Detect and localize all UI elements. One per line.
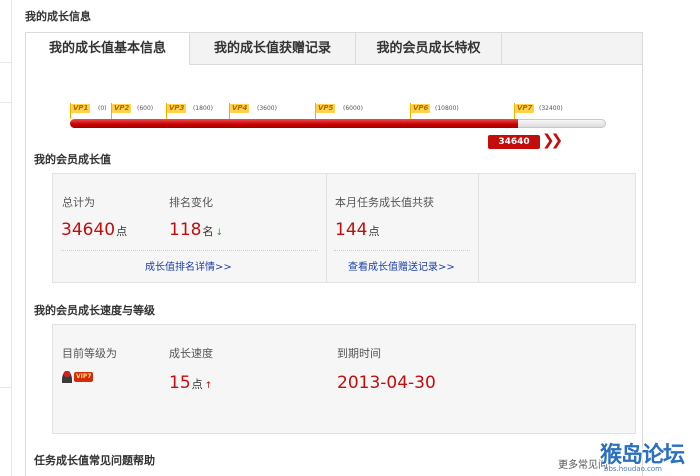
growth-value-title: 我的会员成长值 [34, 153, 111, 166]
speed-label: 成长速度 [169, 347, 213, 360]
expire-label: 到期时间 [337, 347, 381, 360]
current-value-marker: 34640 [488, 135, 540, 149]
arrow-down-icon: ↓ [215, 228, 223, 238]
box-divider [478, 174, 479, 282]
growth-value-box: 总计为 34640点 排名变化 118名 ↓ 成长值排名详情>> 本月任务成长值共… [52, 173, 636, 283]
milestone-level: VP7 [515, 104, 535, 113]
tab-member-privileges[interactable]: 我的会员成长特权 [356, 33, 502, 64]
total-number: 34640 [61, 220, 116, 240]
total-label: 总计为 [62, 196, 95, 209]
sidebar-divider [0, 387, 11, 388]
help-title: 任务成长值常见问题帮助 [34, 454, 155, 467]
box-divider [326, 174, 327, 282]
arrow-up-icon: ↑ [204, 381, 213, 391]
tab-bar: 我的成长值基本信息 我的成长值获赠记录 我的会员成长特权 [26, 33, 642, 65]
milestone-level: VP4 [230, 104, 250, 113]
milestone-requirement: (1800) [193, 105, 213, 112]
sidebar-divider [0, 102, 11, 103]
dotted-divider [61, 250, 318, 251]
milestone-level: VP6 [411, 104, 431, 113]
milestone-level: VP3 [167, 104, 187, 113]
sidebar-divider [0, 62, 11, 63]
milestone-requirement: (32400) [539, 105, 563, 112]
total-unit: 点 [116, 225, 128, 238]
speed-number: 15 [169, 373, 191, 393]
rank-value: 118名 ↓ [169, 220, 223, 240]
rank-number: 118 [169, 220, 202, 240]
tab-basic-info[interactable]: 我的成长值基本信息 [26, 33, 190, 65]
speed-unit: 点 [191, 378, 203, 391]
month-value: 144点 [335, 220, 379, 240]
total-value: 34640点 [61, 220, 127, 240]
milestone-level: VP5 [316, 104, 336, 113]
vip-level-badge: VIP7 [62, 371, 94, 383]
speed-level-title: 我的会员成长速度与等级 [34, 304, 155, 317]
vip-tag: VIP7 [74, 372, 94, 382]
milestone-requirement: (6000) [343, 105, 363, 112]
milestone-requirement: (0) [98, 105, 107, 112]
growth-progress-fill [70, 119, 518, 128]
rank-unit: 名 [202, 225, 214, 238]
tab-gift-records[interactable]: 我的成长值获赠记录 [190, 33, 356, 64]
double-chevron-right-icon: ❯❯ [542, 131, 563, 149]
level-label: 目前等级为 [62, 347, 117, 360]
milestone-level: VP1 [71, 104, 91, 113]
rank-details-link[interactable]: 成长值排名详情>> [145, 258, 232, 273]
milestone-level: VP2 [112, 104, 132, 113]
watermark-url: bbs.houdao.com [604, 465, 662, 473]
speed-level-box: 目前等级为 VIP7 成长速度 15点 ↑ 到期时间 2013-04-30 [52, 324, 636, 434]
rank-label: 排名变化 [169, 196, 213, 209]
dotted-divider [334, 250, 470, 251]
gift-records-link[interactable]: 查看成长值赠送记录>> [348, 258, 455, 273]
milestone-requirement: (3600) [257, 105, 277, 112]
month-unit: 点 [368, 225, 380, 238]
speed-value: 15点 ↑ [169, 373, 212, 393]
expire-value: 2013-04-30 [337, 373, 436, 393]
forum-watermark: 猴岛论坛 bbs.houdao.com [600, 437, 700, 476]
growth-panel: 我的成长值基本信息 我的成长值获赠记录 我的会员成长特权 VP1 (0) VP2… [25, 32, 643, 476]
month-label: 本月任务成长值共获 [335, 196, 434, 209]
left-sidebar-edge [0, 0, 12, 476]
milestone-requirement: (10800) [435, 105, 459, 112]
milestone-requirement: (600) [137, 105, 154, 112]
month-number: 144 [335, 220, 368, 240]
user-icon [62, 371, 72, 383]
section-title: 我的成长信息 [25, 10, 91, 23]
